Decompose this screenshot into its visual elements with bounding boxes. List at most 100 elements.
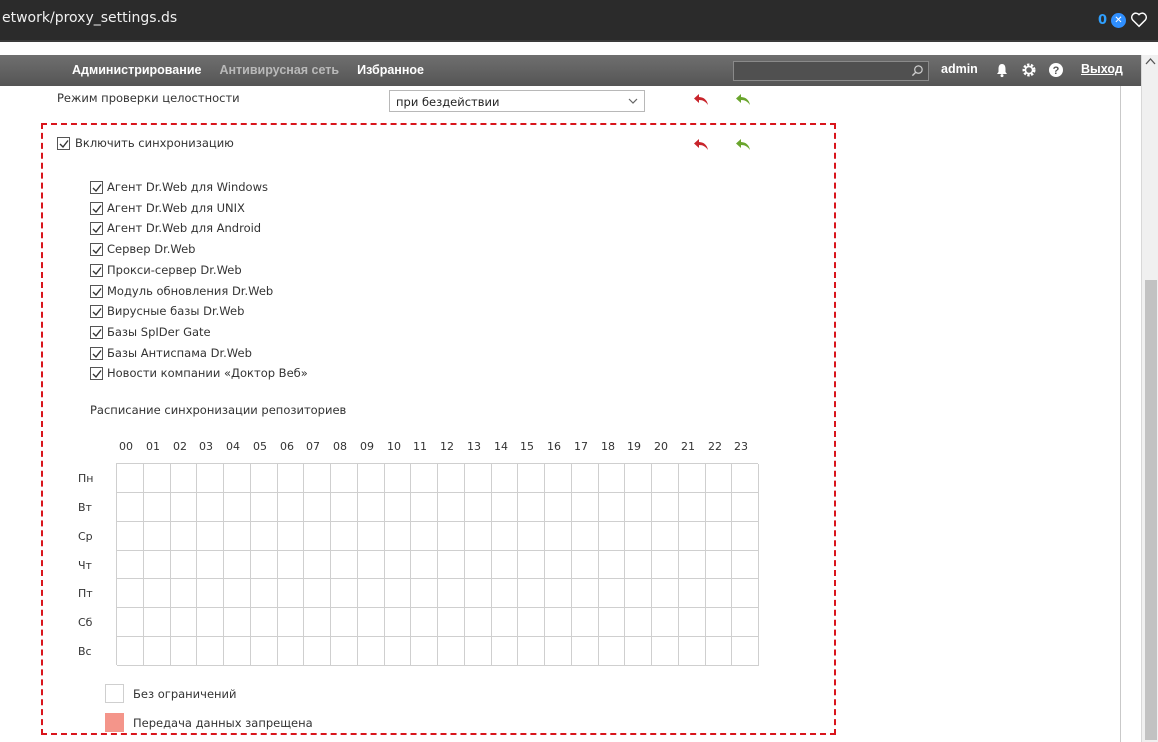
schedule-cell[interactable]: [197, 464, 224, 493]
component-checkbox[interactable]: [90, 285, 103, 298]
schedule-cell[interactable]: [732, 464, 759, 493]
schedule-cell[interactable]: [170, 637, 198, 666]
schedule-cell[interactable]: [464, 492, 492, 522]
schedule-cell[interactable]: [625, 492, 652, 522]
schedule-cell[interactable]: [705, 608, 733, 638]
schedule-cell[interactable]: [250, 464, 278, 493]
schedule-cell[interactable]: [170, 579, 198, 609]
scroll-up-icon[interactable]: [1145, 57, 1156, 65]
schedule-cell[interactable]: [732, 579, 759, 609]
schedule-cell[interactable]: [438, 608, 465, 638]
schedule-cell[interactable]: [224, 464, 251, 493]
schedule-cell[interactable]: [357, 579, 385, 609]
schedule-grid[interactable]: [116, 463, 759, 666]
schedule-cell[interactable]: [117, 492, 144, 522]
schedule-cell[interactable]: [571, 579, 599, 609]
component-checkbox[interactable]: [90, 264, 103, 277]
schedule-cell[interactable]: [277, 579, 305, 609]
schedule-cell[interactable]: [464, 521, 492, 551]
menu-administration[interactable]: Администрирование: [72, 63, 201, 77]
schedule-cell[interactable]: [705, 579, 733, 609]
schedule-cell[interactable]: [250, 550, 278, 580]
schedule-cell[interactable]: [598, 608, 626, 638]
schedule-cell[interactable]: [652, 637, 679, 666]
schedule-cell[interactable]: [518, 579, 545, 609]
schedule-cell[interactable]: [545, 579, 572, 609]
schedule-cell[interactable]: [625, 521, 652, 551]
schedule-cell[interactable]: [250, 608, 278, 638]
schedule-cell[interactable]: [678, 637, 706, 666]
schedule-cell[interactable]: [518, 608, 545, 638]
address-url[interactable]: etwork/proxy_settings.ds: [2, 10, 177, 26]
schedule-cell[interactable]: [625, 579, 652, 609]
component-checkbox[interactable]: [90, 367, 103, 380]
schedule-cell[interactable]: [518, 521, 545, 551]
schedule-cell[interactable]: [438, 464, 465, 493]
schedule-cell[interactable]: [491, 608, 519, 638]
schedule-cell[interactable]: [224, 521, 251, 551]
schedule-cell[interactable]: [277, 608, 305, 638]
schedule-cell[interactable]: [250, 492, 278, 522]
schedule-cell[interactable]: [652, 608, 679, 638]
close-badge-icon[interactable]: ✕: [1111, 12, 1126, 28]
schedule-cell[interactable]: [170, 521, 198, 551]
schedule-cell[interactable]: [277, 637, 305, 666]
schedule-cell[interactable]: [384, 579, 412, 609]
schedule-cell[interactable]: [277, 464, 305, 493]
schedule-cell[interactable]: [545, 464, 572, 493]
schedule-cell[interactable]: [143, 637, 171, 666]
schedule-cell[interactable]: [411, 637, 438, 666]
schedule-cell[interactable]: [652, 550, 679, 580]
schedule-cell[interactable]: [384, 608, 412, 638]
sync-undo-icon[interactable]: [693, 138, 709, 151]
user-name[interactable]: admin: [941, 62, 978, 76]
schedule-cell[interactable]: [705, 464, 733, 493]
schedule-cell[interactable]: [464, 608, 492, 638]
schedule-cell[interactable]: [197, 608, 224, 638]
component-checkbox[interactable]: [90, 202, 103, 215]
schedule-cell[interactable]: [277, 492, 305, 522]
schedule-cell[interactable]: [277, 550, 305, 580]
schedule-cell[interactable]: [304, 521, 331, 551]
schedule-cell[interactable]: [143, 464, 171, 493]
schedule-cell[interactable]: [652, 579, 679, 609]
schedule-cell[interactable]: [571, 608, 599, 638]
schedule-cell[interactable]: [411, 464, 438, 493]
schedule-cell[interactable]: [331, 579, 358, 609]
bell-icon[interactable]: [994, 62, 1010, 78]
component-checkbox[interactable]: [90, 243, 103, 256]
schedule-cell[interactable]: [625, 608, 652, 638]
schedule-cell[interactable]: [491, 521, 519, 551]
schedule-cell[interactable]: [464, 579, 492, 609]
schedule-cell[interactable]: [598, 579, 626, 609]
schedule-cell[interactable]: [732, 492, 759, 522]
schedule-cell[interactable]: [491, 579, 519, 609]
reset-default-icon[interactable]: [735, 93, 751, 106]
schedule-cell[interactable]: [170, 550, 198, 580]
schedule-cell[interactable]: [732, 637, 759, 666]
schedule-cell[interactable]: [491, 464, 519, 493]
schedule-cell[interactable]: [331, 492, 358, 522]
schedule-cell[interactable]: [250, 637, 278, 666]
schedule-cell[interactable]: [678, 464, 706, 493]
component-checkbox[interactable]: [90, 222, 103, 235]
schedule-cell[interactable]: [545, 550, 572, 580]
schedule-cell[interactable]: [224, 608, 251, 638]
scrollbar-thumb[interactable]: [1145, 280, 1157, 740]
schedule-cell[interactable]: [438, 550, 465, 580]
schedule-cell[interactable]: [518, 637, 545, 666]
help-icon[interactable]: ?: [1048, 62, 1064, 78]
schedule-cell[interactable]: [545, 492, 572, 522]
schedule-cell[interactable]: [678, 521, 706, 551]
schedule-cell[interactable]: [705, 492, 733, 522]
schedule-cell[interactable]: [705, 550, 733, 580]
schedule-cell[interactable]: [678, 492, 706, 522]
schedule-cell[interactable]: [143, 521, 171, 551]
schedule-cell[interactable]: [143, 492, 171, 522]
schedule-cell[interactable]: [571, 637, 599, 666]
schedule-cell[interactable]: [384, 521, 412, 551]
schedule-cell[interactable]: [678, 579, 706, 609]
schedule-cell[interactable]: [384, 464, 412, 493]
schedule-cell[interactable]: [411, 579, 438, 609]
schedule-cell[interactable]: [438, 521, 465, 551]
